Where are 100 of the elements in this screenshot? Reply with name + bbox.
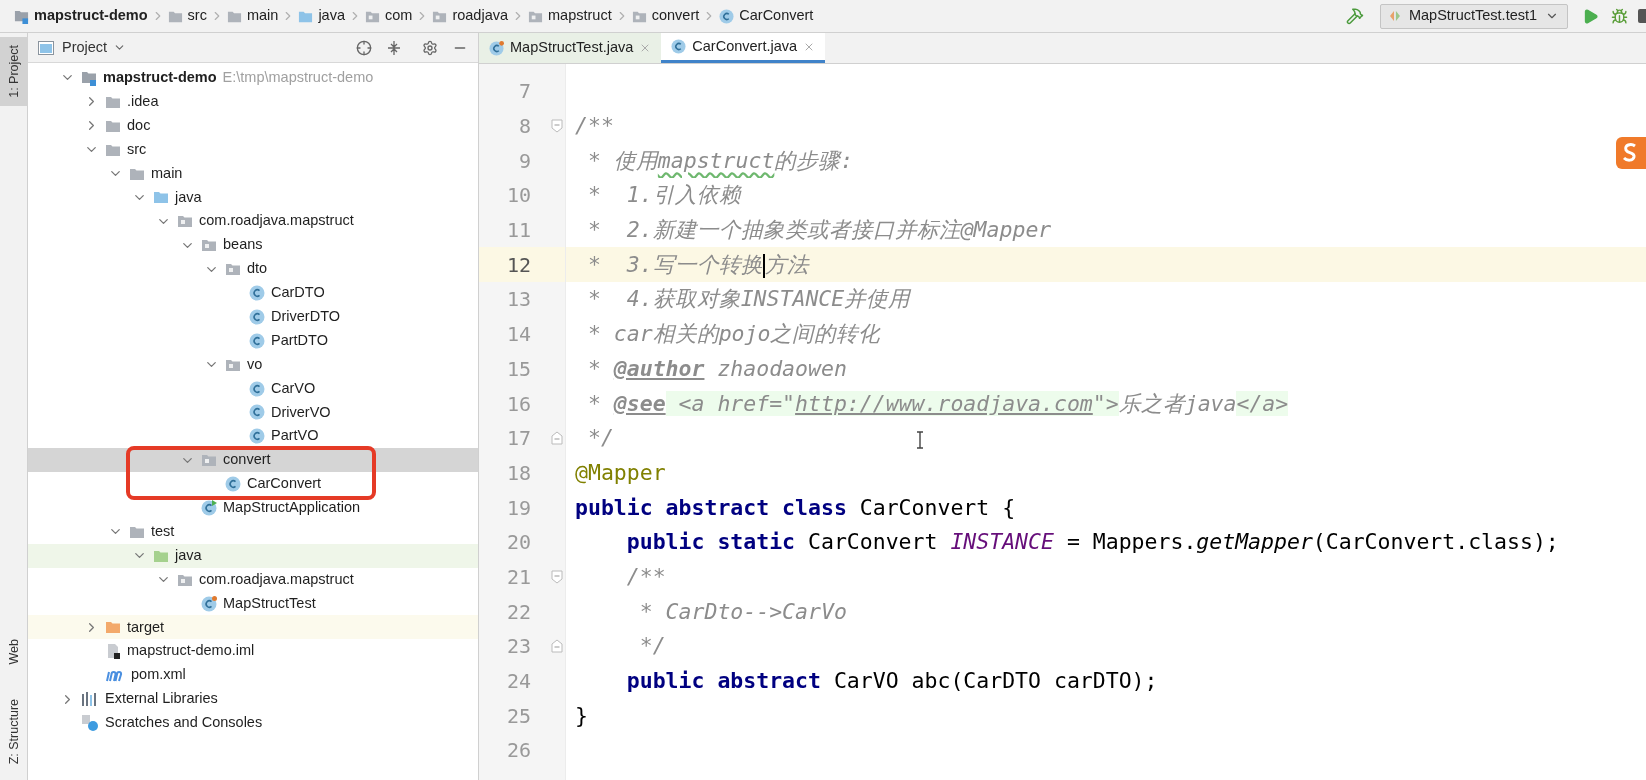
tree-item[interactable]: mapstruct-demo.iml — [28, 639, 478, 664]
breadcrumb[interactable]: main — [226, 5, 279, 27]
class-icon — [201, 499, 217, 516]
tree-item-label: External Libraries — [105, 689, 218, 709]
tree-item-label: CarConvert — [247, 474, 322, 494]
tree-item[interactable]: External Libraries — [28, 687, 478, 712]
folder-icon — [153, 189, 169, 206]
tree-item[interactable]: com.roadjava.mapstruct — [28, 567, 478, 592]
breadcrumb[interactable]: roadjava — [432, 5, 509, 27]
view-selector[interactable]: Project — [62, 36, 127, 59]
line-number: 26 — [479, 733, 531, 768]
tree-item[interactable]: java — [28, 185, 478, 210]
class-icon — [719, 8, 735, 24]
line-number: 16 — [479, 386, 531, 421]
code-line: * 1.引入依赖 — [586, 181, 741, 210]
tree-item-label: Scratches and Consoles — [105, 713, 263, 733]
panel-icon — [38, 40, 54, 55]
line-number: 25 — [479, 698, 531, 734]
tree-item[interactable]: PartDTO — [28, 328, 478, 353]
tree-item-label: src — [127, 139, 147, 159]
breadcrumb[interactable]: convert — [631, 5, 700, 27]
tool-window-tab[interactable]: Web — [0, 631, 28, 673]
line-number: 21 — [479, 559, 531, 595]
tree-item[interactable]: CarDTO — [28, 281, 478, 305]
tree-item-label: CarVO — [271, 378, 316, 398]
collapse-all-icon[interactable] — [386, 39, 402, 56]
tree-item-label: MapStructApplication — [223, 498, 360, 518]
code-line: */ — [586, 424, 614, 453]
breadcrumb[interactable]: mapstruct-demo — [14, 5, 148, 27]
breadcrumb[interactable]: com — [365, 5, 413, 27]
debug-icon[interactable] — [1611, 7, 1628, 25]
tree-item-label: DriverVO — [271, 402, 331, 422]
line-number: 10 — [479, 178, 531, 213]
tree-item[interactable]: PartVO — [28, 424, 478, 449]
settings-icon[interactable] — [422, 39, 438, 56]
tree-item-label: target — [127, 617, 165, 637]
build-icon[interactable] — [1346, 7, 1364, 25]
code-line: */ — [638, 632, 666, 661]
class-icon — [249, 380, 265, 397]
class-icon — [489, 40, 504, 56]
tree-item[interactable]: DriverVO — [28, 400, 478, 425]
code-line: * @author zhaodaowen — [586, 354, 847, 383]
editor-tab[interactable]: CarConvert.java — [661, 33, 826, 63]
code-line: } — [575, 701, 588, 730]
package-icon — [201, 452, 217, 469]
tree-item[interactable]: MapStructApplication — [28, 496, 478, 520]
tree-item-label: dto — [247, 259, 268, 279]
breadcrumb[interactable]: src — [167, 5, 207, 27]
tree-item[interactable]: CarVO — [28, 376, 478, 401]
tree-item-label: mapstruct-demo.iml — [127, 641, 255, 661]
module-icon — [14, 8, 29, 24]
tree-item-label: java — [175, 187, 202, 207]
tree-item-label: convert — [223, 450, 271, 470]
tree-item[interactable]: dto — [28, 257, 478, 281]
tree-item[interactable]: main — [28, 161, 478, 186]
libraries-icon — [81, 691, 99, 708]
tree-item[interactable]: test — [28, 519, 478, 544]
tool-window-tab[interactable]: Z: Structure — [0, 690, 28, 772]
tree-item-label: doc — [127, 115, 151, 135]
line-number: 17 — [479, 420, 531, 456]
tree-item[interactable]: Scratches and Consoles — [28, 711, 478, 735]
folder-icon — [105, 619, 121, 636]
run-configuration-dropdown[interactable]: MapStructTest.test1 — [1380, 3, 1568, 29]
class-icon — [671, 39, 687, 54]
tree-item[interactable]: src — [28, 137, 478, 162]
breadcrumb[interactable]: java — [298, 5, 345, 27]
run-icon[interactable] — [1582, 7, 1599, 25]
tree-item[interactable]: MapStructTest — [28, 591, 478, 616]
tree-item[interactable]: .idea — [28, 89, 478, 114]
tree-item-label: com.roadjava.mapstruct — [199, 211, 354, 231]
package-icon — [201, 237, 217, 254]
tree-item-path: E:\tmp\mapstruct-demo — [222, 68, 374, 88]
tree-item[interactable]: DriverDTO — [28, 304, 478, 329]
tree-item-label: beans — [223, 235, 263, 255]
tree-item[interactable]: mapstruct-demo E:\tmp\mapstruct-demo — [28, 66, 478, 90]
line-number: 12 — [505, 251, 531, 279]
tree-item[interactable]: vo — [28, 352, 478, 377]
tree-item[interactable]: com.roadjava.mapstruct — [28, 209, 478, 234]
tree-item[interactable]: target — [28, 615, 478, 640]
breadcrumb[interactable]: CarConvert — [719, 5, 814, 27]
tree-item[interactable]: convert — [28, 448, 478, 473]
code-line: /** — [575, 112, 614, 141]
code-line: * car相关的pojo之间的转化 — [586, 320, 881, 349]
breadcrumb[interactable]: mapstruct — [528, 5, 612, 27]
class-icon — [201, 595, 217, 612]
tree-item-label: PartDTO — [271, 330, 328, 350]
tree-item-label: PartVO — [271, 426, 319, 446]
tree-item[interactable]: pom.xml — [28, 663, 478, 688]
tree-item[interactable]: CarConvert — [28, 472, 478, 497]
tree-item[interactable]: beans — [28, 233, 478, 258]
locate-icon[interactable] — [356, 39, 372, 56]
line-number: 8 — [479, 108, 531, 144]
tree-item[interactable]: doc — [28, 113, 478, 138]
package-icon — [177, 213, 193, 230]
tree-item[interactable]: java — [28, 543, 478, 568]
editor-tab[interactable]: MapStructTest.java — [479, 33, 662, 63]
line-number: 7 — [479, 74, 531, 109]
line-number: 15 — [479, 351, 531, 387]
tool-window-tab[interactable]: 1: Project — [0, 37, 28, 106]
class-icon — [249, 284, 265, 301]
